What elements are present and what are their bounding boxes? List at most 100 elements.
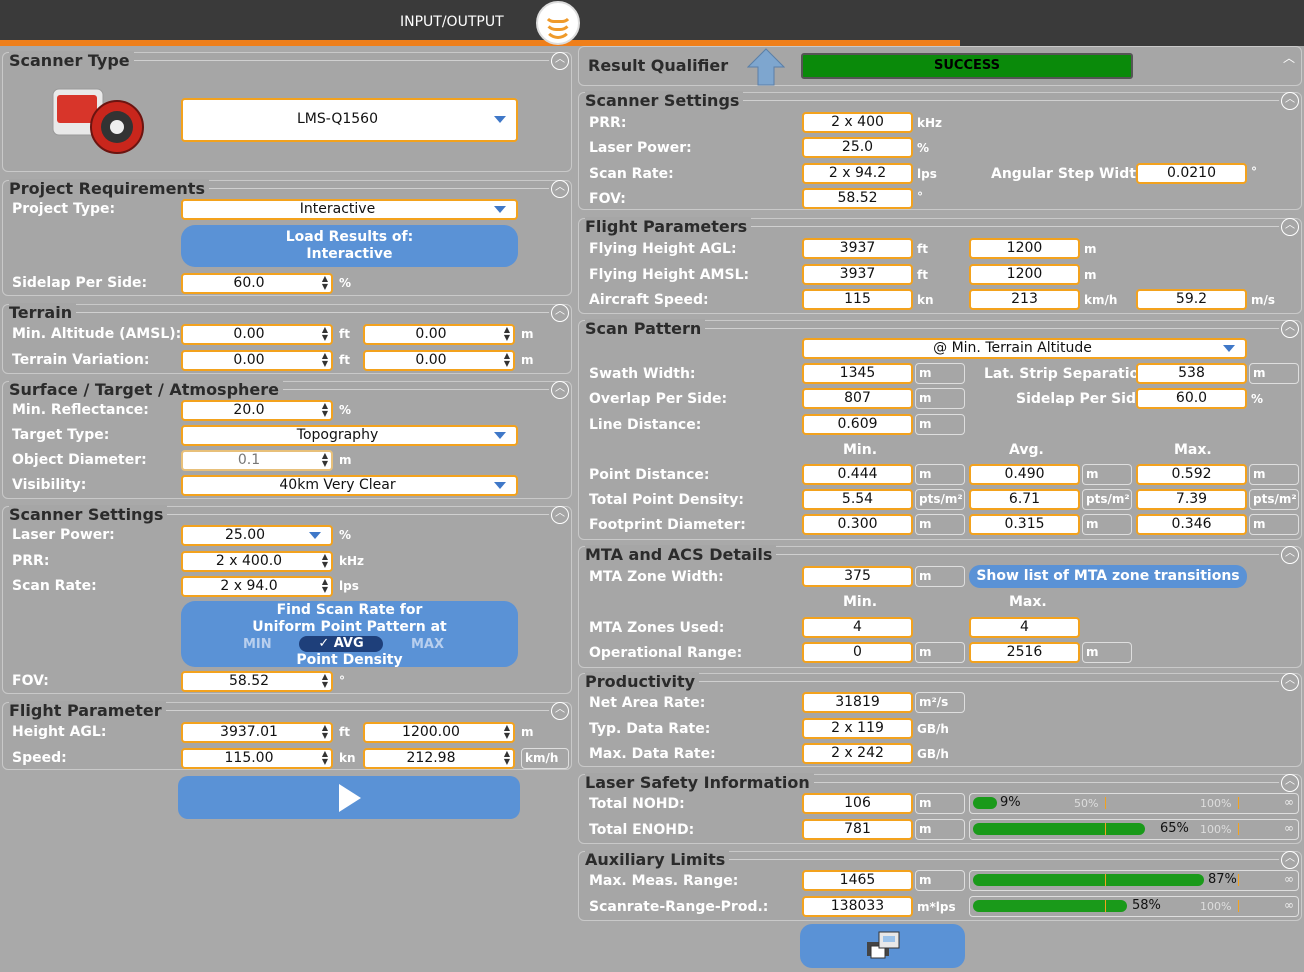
- speed-kn-input[interactable]: 115.00 ▲ ▼: [181, 748, 333, 769]
- scanner-model-select[interactable]: LMS-Q1560: [181, 98, 518, 142]
- spin-arrows-icon[interactable]: ▲ ▼: [322, 326, 328, 342]
- unit-percent: %: [1251, 392, 1264, 406]
- unit-lps: lps: [339, 579, 359, 593]
- scan-rate-value: 2 x 94.0: [220, 578, 278, 594]
- collapse-icon[interactable]: ︿: [551, 180, 569, 198]
- collapse-icon[interactable]: ︿: [1281, 218, 1299, 236]
- spin-arrows-icon[interactable]: ▲ ▼: [322, 673, 328, 689]
- fov-input[interactable]: 58.52 ▲ ▼: [181, 671, 333, 692]
- min-altitude-ft-input[interactable]: 0.00 ▲ ▼: [181, 324, 333, 345]
- density-max-option[interactable]: MAX: [411, 636, 444, 653]
- density-avg-option[interactable]: ✓ AVG: [299, 636, 383, 652]
- unit-kmh: km/h: [1084, 293, 1118, 307]
- collapse-icon[interactable]: ︿: [551, 506, 569, 524]
- scan-rate-input[interactable]: 2 x 94.0 ▲ ▼: [181, 576, 333, 597]
- terrain-variation-ft-input[interactable]: 0.00 ▲ ▼: [181, 350, 333, 371]
- collapse-icon[interactable]: ︿: [1281, 673, 1299, 691]
- spin-arrows-icon[interactable]: ▲ ▼: [504, 750, 510, 766]
- print-export-button[interactable]: [800, 924, 965, 968]
- sidelap-input[interactable]: 60.0 ▲ ▼: [181, 273, 333, 294]
- flying-height-agl-ft-output: 3937: [802, 238, 913, 259]
- scan-pattern-mode-select[interactable]: @ Min. Terrain Altitude: [802, 338, 1247, 359]
- collapse-icon[interactable]: ︿: [1281, 546, 1299, 564]
- unit-khz: kHz: [339, 554, 365, 568]
- unit-m-lps: m*lps: [917, 900, 956, 914]
- unit-m: m: [521, 353, 534, 367]
- collapse-icon[interactable]: ︿: [551, 381, 569, 399]
- target-type-select[interactable]: Topography: [181, 425, 518, 446]
- collapse-icon[interactable]: ︿: [1281, 774, 1299, 792]
- spin-arrows-icon[interactable]: ▲ ▼: [322, 352, 328, 368]
- riegl-logo-icon: [536, 1, 580, 45]
- project-type-select[interactable]: Interactive: [181, 199, 518, 220]
- scanrate-range-percent: 58%: [1132, 898, 1161, 913]
- unit-m: m: [915, 566, 965, 587]
- scanner-type-panel: Scanner Type ︿ LMS-Q1560: [2, 51, 572, 172]
- tick-100: [1238, 823, 1239, 835]
- find-scan-rate-button[interactable]: Find Scan Rate for Uniform Point Pattern…: [181, 601, 518, 668]
- flying-height-amsl-ft-output: 3937: [802, 264, 913, 285]
- spin-arrows-icon[interactable]: ▲ ▼: [322, 750, 328, 766]
- spin-arrows-icon[interactable]: ▲ ▼: [322, 452, 328, 468]
- laser-power-select[interactable]: 25.00: [181, 525, 333, 546]
- net-area-rate-output: 31819: [802, 692, 913, 713]
- flight-parameter-input-panel: Flight Parameter ︿ Height AGL: 3937.01 ▲ ▼…: [2, 701, 572, 770]
- spin-arrows-icon[interactable]: ▲ ▼: [322, 402, 328, 418]
- result-qualifier-label: Result Qualifier: [588, 56, 729, 75]
- spin-arrows-icon[interactable]: ▲ ▼: [322, 275, 328, 291]
- unit-m: m: [1249, 464, 1299, 485]
- collapse-icon[interactable]: ︿: [1281, 92, 1299, 110]
- collapse-icon[interactable]: ︿: [551, 52, 569, 70]
- speed-label: Speed:: [12, 750, 67, 766]
- panel-title: Surface / Target / Atmosphere: [9, 380, 284, 399]
- point-distance-avg-output: 0.490: [969, 464, 1080, 485]
- spin-arrows-icon[interactable]: ▲ ▼: [504, 352, 510, 368]
- collapse-icon[interactable]: ︿: [551, 702, 569, 720]
- spin-arrows-icon[interactable]: ▲ ▼: [322, 578, 328, 594]
- total-point-density-max-output: 7.39: [1136, 489, 1247, 510]
- min-column-header: Min.: [843, 594, 878, 610]
- unit-m: m: [915, 870, 965, 891]
- unit-m: m: [915, 642, 965, 663]
- show-mta-transitions-button[interactable]: Show list of MTA zone transitions: [969, 565, 1247, 588]
- swath-width-label: Swath Width:: [589, 366, 696, 382]
- target-type-label: Target Type:: [12, 427, 110, 443]
- speed-kmh-input[interactable]: 212.98 ▲ ▼: [363, 748, 515, 769]
- min-altitude-m-input[interactable]: 0.00 ▲ ▼: [363, 324, 515, 345]
- flying-height-amsl-m-output: 1200: [969, 264, 1080, 285]
- spin-arrows-icon[interactable]: ▲ ▼: [504, 326, 510, 342]
- mta-zone-width-label: MTA Zone Width:: [589, 569, 724, 585]
- auxiliary-limits-panel: Auxiliary Limits ︿ Max. Meas. Range: 146…: [578, 850, 1302, 921]
- density-min-option[interactable]: MIN: [243, 636, 272, 653]
- max-column-header: Max.: [1174, 442, 1212, 458]
- visibility-select[interactable]: 40km Very Clear: [181, 475, 518, 496]
- play-icon: [339, 784, 361, 812]
- run-calculation-button[interactable]: [178, 776, 520, 819]
- object-diameter-input[interactable]: 0.1 ▲ ▼: [181, 450, 333, 471]
- prr-input[interactable]: 2 x 400.0 ▲ ▼: [181, 551, 333, 572]
- collapse-icon[interactable]: ︿: [1283, 49, 1295, 66]
- collapse-icon[interactable]: ︿: [1281, 851, 1299, 869]
- meas-range-progress-bar: 87% ∞: [969, 870, 1299, 891]
- fov-label: FOV:: [12, 673, 49, 689]
- point-distance-label: Point Distance:: [589, 467, 710, 483]
- unit-gb-per-h: GB/h: [917, 722, 949, 736]
- height-agl-ft-input[interactable]: 3937.01 ▲ ▼: [181, 722, 333, 743]
- terrain-variation-m-input[interactable]: 0.00 ▲ ▼: [363, 350, 515, 371]
- mta-zones-used-min-output: 4: [802, 617, 913, 638]
- load-results-button[interactable]: Load Results of: Interactive: [181, 225, 518, 267]
- project-type-label: Project Type:: [12, 201, 116, 217]
- min-reflectance-input[interactable]: 20.0 ▲ ▼: [181, 400, 333, 421]
- line-distance-label: Line Distance:: [589, 417, 702, 433]
- unit-m: m: [915, 414, 965, 435]
- footprint-diameter-avg-output: 0.315: [969, 514, 1080, 535]
- spin-arrows-icon[interactable]: ▲ ▼: [322, 724, 328, 740]
- collapse-icon[interactable]: ︿: [1281, 320, 1299, 338]
- spin-arrows-icon[interactable]: ▲ ▼: [322, 553, 328, 569]
- scan-rate-label: Scan Rate:: [589, 166, 674, 182]
- collapse-icon[interactable]: ︿: [551, 304, 569, 322]
- spin-arrows-icon[interactable]: ▲ ▼: [504, 724, 510, 740]
- height-agl-m-input[interactable]: 1200.00 ▲ ▼: [363, 722, 515, 743]
- tab-input-output[interactable]: INPUT/OUTPUT: [400, 14, 504, 30]
- prr-output: 2 x 400: [802, 112, 913, 133]
